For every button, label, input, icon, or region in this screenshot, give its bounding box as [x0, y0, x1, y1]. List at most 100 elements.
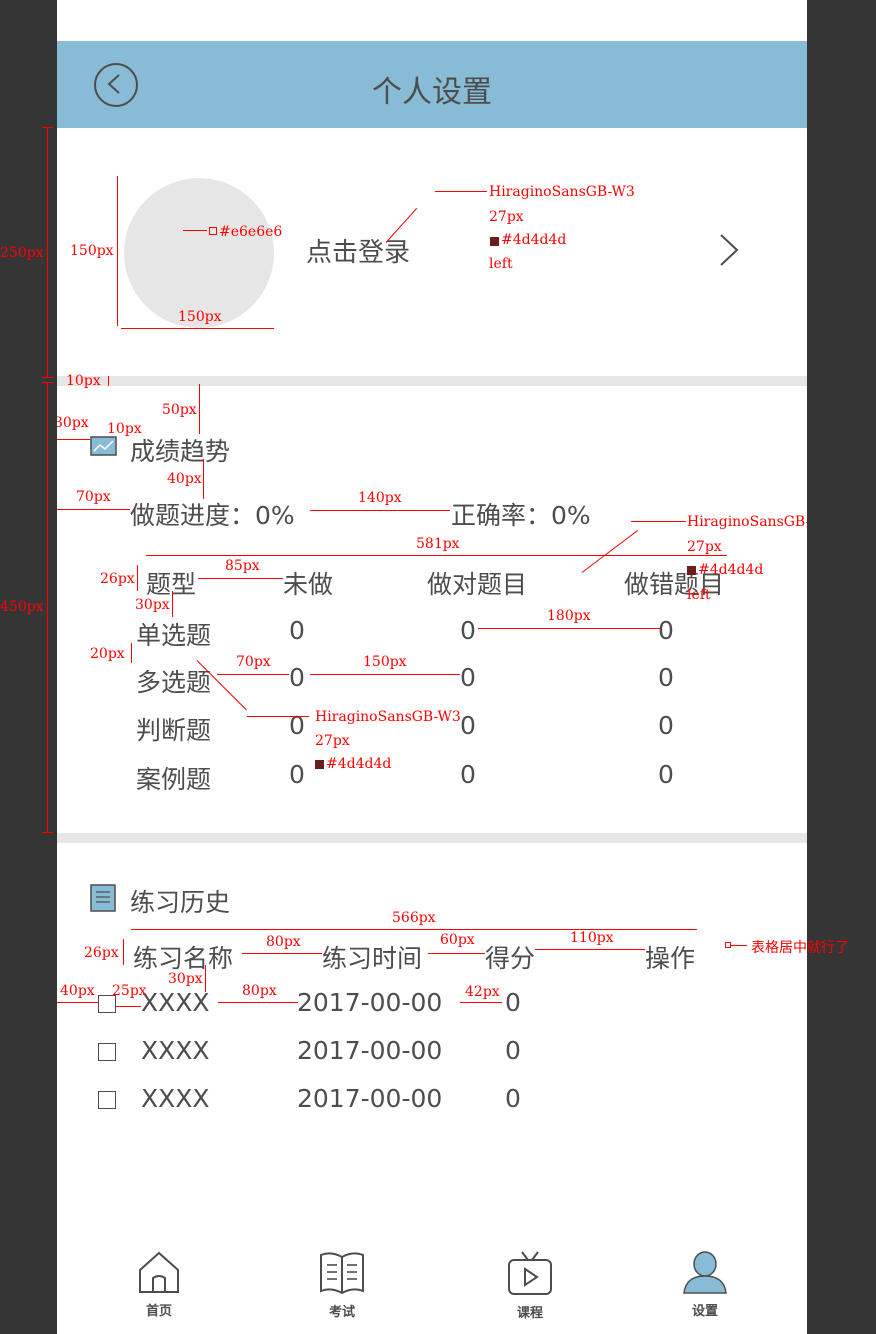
- chart-trend-icon: [90, 436, 117, 456]
- phone-screen: 个人设置 点击登录 成绩趋势 做题进度：0% 正确率：0% 题型 未做 做对题目…: [57, 0, 807, 1334]
- col-header-name: 练习名称: [133, 944, 234, 973]
- annotation-label: 581px: [416, 536, 460, 552]
- annotation-line: [217, 674, 289, 675]
- annotation-line: [247, 716, 309, 717]
- history-name: XXXX: [141, 988, 210, 1017]
- annotation-label: HiraginoSansGB-W3: [489, 184, 635, 200]
- annotation-line: [218, 1002, 298, 1003]
- annotation-label: 566px: [392, 910, 436, 926]
- row-right: 0: [460, 663, 476, 692]
- annotation-swatch: [687, 566, 696, 575]
- annotation-label: HiraginoSansGB-W3: [687, 514, 807, 530]
- history-date: 2017-00-00: [297, 1084, 443, 1113]
- header-bar: 个人设置: [57, 41, 807, 128]
- tab-settings[interactable]: 设置: [665, 1250, 745, 1319]
- annotation-label: 40px: [60, 983, 95, 999]
- annotation-label: 10px: [107, 421, 142, 437]
- annotation-label: 110px: [570, 930, 614, 946]
- col-header-time: 练习时间: [322, 944, 423, 973]
- annotation-label: 40px: [167, 471, 202, 487]
- chevron-right-icon[interactable]: [717, 233, 741, 267]
- tab-exam[interactable]: 考试: [302, 1251, 382, 1320]
- score-trend-title: 成绩趋势: [130, 437, 231, 466]
- annotation-line: [131, 643, 132, 663]
- section-divider: [57, 376, 807, 386]
- row-type: 单选题: [136, 621, 212, 650]
- annotation-label: 20px: [90, 646, 125, 662]
- accuracy-text: 正确率：0%: [451, 501, 591, 530]
- annotation-line: [42, 127, 53, 128]
- annotation-label: #e6e6e6: [219, 224, 283, 240]
- login-link[interactable]: 点击登录: [306, 232, 410, 269]
- row-undone: 0: [289, 663, 305, 692]
- section-divider: [57, 833, 807, 843]
- row-wrong: 0: [658, 760, 674, 789]
- tab-label: 考试: [328, 1305, 355, 1320]
- annotation-label: 85px: [225, 558, 260, 574]
- annotation-line: [428, 953, 485, 954]
- annotation-label: 27px: [315, 733, 350, 749]
- home-icon: [139, 1251, 179, 1293]
- annotation-line: [123, 939, 124, 965]
- annotation-line: [42, 382, 53, 383]
- annotation-label: 450px: [0, 599, 44, 615]
- annotation-label: 42px: [465, 984, 500, 1000]
- tab-course[interactable]: 课程: [490, 1250, 570, 1321]
- annotation-line: [57, 1002, 98, 1003]
- row-right: 0: [460, 711, 476, 740]
- annotation-line: [199, 384, 200, 434]
- annotation-label: 150px: [70, 243, 114, 259]
- annotation-label: #4d4d4d: [698, 562, 764, 578]
- annotation-line: [183, 230, 207, 231]
- col-header-right: 做对题目: [427, 570, 528, 599]
- annotation-label: 70px: [76, 489, 111, 505]
- annotation-line: [146, 555, 727, 556]
- progress-text: 做题进度：0%: [130, 501, 295, 530]
- annotation-label: 25px: [112, 983, 147, 999]
- annotation-label: 27px: [489, 209, 524, 225]
- annotation-label: HiraginoSansGB-W3: [315, 709, 461, 725]
- list-book-icon: [90, 884, 116, 912]
- annotation-swatch: [315, 760, 324, 769]
- annotation-line: [117, 176, 118, 326]
- row-checkbox[interactable]: [98, 1043, 116, 1061]
- history-name: XXXX: [141, 1084, 210, 1113]
- row-undone: 0: [289, 760, 305, 789]
- annotation-line: [42, 377, 53, 378]
- annotation-line: [47, 127, 48, 377]
- col-header-type: 题型: [146, 570, 197, 599]
- annotation-line: [57, 509, 130, 510]
- tab-label: 首页: [145, 1304, 172, 1319]
- row-checkbox[interactable]: [98, 1091, 116, 1109]
- history-score: 0: [505, 1036, 521, 1065]
- annotation-line: [42, 832, 53, 833]
- annotation-label: 30px: [135, 597, 170, 613]
- annotation-label: left: [489, 256, 513, 272]
- row-wrong: 0: [658, 616, 674, 645]
- row-undone: 0: [289, 616, 305, 645]
- row-type: 多选题: [136, 668, 212, 697]
- tab-home[interactable]: 首页: [119, 1250, 199, 1319]
- annotation-label: 150px: [363, 654, 407, 670]
- col-header-undone: 未做: [283, 570, 334, 599]
- annotation-line: [203, 459, 204, 499]
- history-date: 2017-00-00: [297, 988, 443, 1017]
- annotation-line: [108, 376, 109, 386]
- user-icon: [683, 1251, 727, 1294]
- annotation-line: [310, 674, 460, 675]
- annotation-line: [121, 328, 274, 329]
- annotation-label: 70px: [236, 654, 271, 670]
- annotation-label: 140px: [358, 490, 402, 506]
- annotation-label: 30px: [168, 971, 203, 987]
- annotation-label: left: [687, 587, 711, 603]
- row-right: 0: [460, 760, 476, 789]
- annotation-label: 50px: [162, 402, 197, 418]
- annotation-label: 10px: [66, 373, 101, 389]
- annotation-label: 180px: [547, 608, 591, 624]
- annotation-label: 27px: [687, 539, 722, 555]
- annotation-line: [198, 578, 283, 579]
- avatar[interactable]: [124, 178, 274, 328]
- row-right: 0: [460, 616, 476, 645]
- annotation-label: 80px: [242, 983, 277, 999]
- annotation-line: [172, 591, 173, 617]
